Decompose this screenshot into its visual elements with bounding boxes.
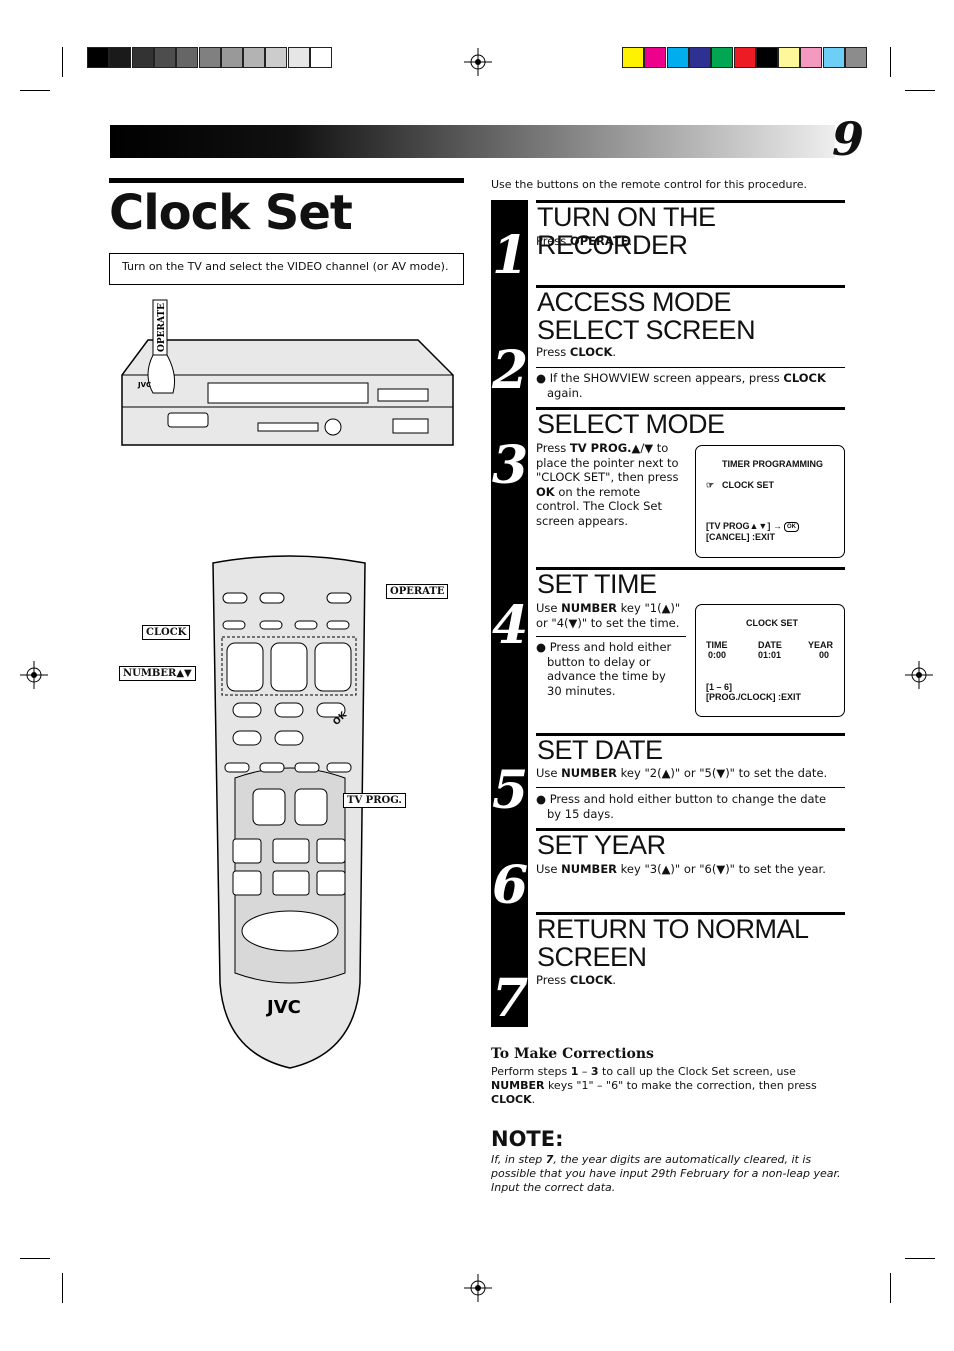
corrections-heading: To Make Corrections	[491, 1046, 654, 1062]
remote-brand: JVC	[265, 997, 301, 1018]
registration-mark-icon	[20, 661, 48, 689]
vcr-brand: JVC	[137, 381, 151, 389]
step-divider	[536, 367, 845, 368]
color-swatch	[287, 47, 310, 68]
color-swatch	[198, 47, 221, 68]
intro-box: Turn on the TV and select the VIDEO chan…	[109, 253, 464, 285]
color-swatch	[755, 47, 778, 68]
step-title: RETURN TO NORMAL SCREEN	[537, 914, 808, 972]
step-bullet: ● Press and hold either button to change…	[536, 792, 827, 821]
color-swatch	[87, 47, 109, 68]
screen-title: TIMER PROGRAMMING	[722, 459, 823, 469]
timer-programming-screen: TIMER PROGRAMMING ☞ CLOCK SET [TV PROG▲▼…	[695, 445, 845, 558]
step-divider	[536, 787, 845, 788]
color-swatch	[711, 47, 734, 68]
color-swatch	[176, 47, 199, 68]
ok-button-icon: OK	[784, 522, 799, 532]
intro-right: Use the buttons on the remote control fo…	[491, 178, 808, 191]
color-swatch	[243, 47, 266, 68]
step-bullet: ● Press and hold either button to delay …	[536, 640, 672, 698]
step-title: SET YEAR	[537, 830, 666, 860]
screen-exit: [CANCEL] :EXIT	[706, 532, 775, 542]
crop-mark	[905, 90, 935, 91]
step-text: Use NUMBER key "1(▲)" or "4(▼)" to set t…	[536, 601, 681, 630]
color-swatch	[688, 47, 711, 68]
pointer-hand-icon: ☞	[706, 480, 715, 490]
step-title: TURN ON THE RECORDER	[537, 202, 716, 260]
color-swatch	[644, 47, 667, 68]
clock-callout: CLOCK	[142, 625, 191, 640]
time-value: 0:00	[708, 650, 727, 660]
step-number: 7	[492, 968, 529, 1029]
note-text: If, in step 7, the year digits are autom…	[491, 1153, 841, 1194]
step-number: 2	[492, 340, 529, 401]
corrections-text: Perform steps 1 – 3 to call up the Clock…	[491, 1065, 817, 1106]
color-swatch	[109, 47, 132, 68]
crop-mark	[905, 1258, 935, 1259]
step-text: Press TV PROG.▲/▼ to place the pointer n…	[536, 441, 679, 528]
page-title: Clock Set	[109, 185, 353, 241]
color-swatch	[845, 47, 867, 68]
color-swatch	[800, 47, 823, 68]
step-title: ACCESS MODE SELECT SCREEN	[537, 287, 756, 345]
color-swatch	[220, 47, 243, 68]
crop-mark	[20, 90, 50, 91]
color-swatch	[153, 47, 176, 68]
vcr-illustration: JVC OPERATE	[121, 299, 454, 446]
operate-callout: OPERATE	[386, 584, 449, 599]
step-text: Use NUMBER key "3(▲)" or "6(▼)" to set t…	[536, 862, 826, 876]
crop-mark	[890, 1273, 891, 1303]
color-swatch	[131, 47, 154, 68]
page-number: 9	[832, 112, 865, 166]
title-rule	[109, 178, 464, 183]
screen-nav: [TV PROG▲▼] →	[706, 521, 782, 531]
step-number: 4	[492, 595, 529, 656]
step-number: 5	[492, 760, 529, 821]
crop-mark	[62, 47, 63, 77]
step-bullet: ● If the SHOWVIEW screen appears, press …	[536, 371, 826, 400]
screen-item: CLOCK SET	[722, 480, 775, 490]
color-swatch	[265, 47, 288, 68]
step-text: Press CLOCK.	[536, 973, 617, 987]
step-text: Use NUMBER key "2(▲)" or "5(▼)" to set t…	[536, 766, 828, 780]
color-swatch	[822, 47, 845, 68]
registration-mark-icon	[464, 1274, 492, 1302]
crop-mark	[890, 47, 891, 77]
screen-exit: [PROG./CLOCK] :EXIT	[706, 692, 801, 702]
step-text: Press OPERATE.	[536, 234, 633, 248]
crop-mark	[62, 1273, 63, 1303]
color-swatch	[733, 47, 756, 68]
vcr-operate-label: OPERATE	[157, 303, 167, 352]
color-swatch	[666, 47, 689, 68]
tv-prog-callout: TV PROG.	[343, 793, 406, 808]
step-number: 3	[492, 435, 529, 496]
step-title: SET DATE	[537, 735, 663, 765]
color-swatch	[622, 47, 644, 68]
date-value: 01:01	[758, 650, 782, 660]
clock-set-screen: CLOCK SET TIME 0:00 DATE 01:01 YEAR 00 […	[695, 604, 845, 717]
step-divider	[536, 636, 686, 637]
step-title: SELECT MODE	[537, 409, 725, 439]
color-swatch	[778, 47, 801, 68]
number-callout: NUMBER▲▼	[119, 666, 196, 681]
year-value: 00	[819, 650, 830, 660]
screen-title: CLOCK SET	[746, 618, 799, 628]
crop-mark	[20, 1258, 50, 1259]
remote-control-illustration: JVC	[212, 555, 366, 1069]
step-text: Press CLOCK.	[536, 345, 617, 359]
color-swatch	[310, 47, 332, 68]
header-bar	[110, 125, 835, 158]
step-number: 1	[492, 225, 529, 286]
step-title: SET TIME	[537, 569, 657, 599]
registration-mark-icon	[464, 48, 492, 76]
step-number: 6	[492, 855, 529, 916]
note-heading: NOTE:	[491, 1127, 564, 1151]
registration-mark-icon	[905, 661, 933, 689]
